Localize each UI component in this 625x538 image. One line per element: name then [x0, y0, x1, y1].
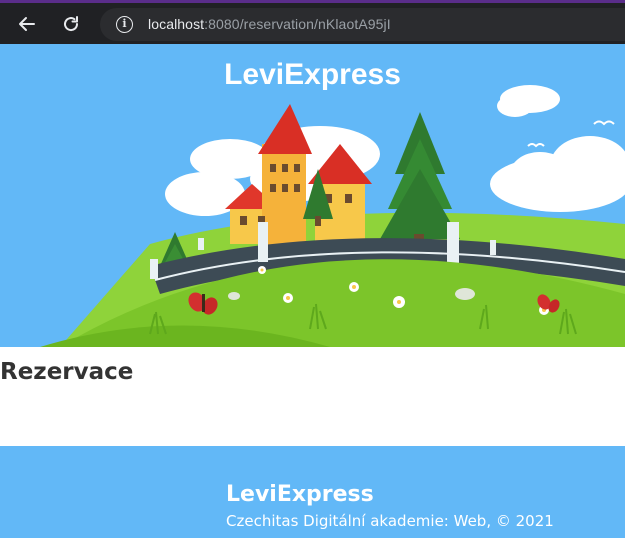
footer-brand: LeviExpress: [226, 482, 374, 507]
hero-banner: LeviExpress: [0, 44, 625, 347]
rock-icon: [455, 288, 475, 300]
arrow-left-icon: [19, 17, 35, 31]
cloud-right-icon: [490, 85, 625, 212]
url-host: localhost: [148, 16, 205, 32]
browser-toolbar: i localhost:8080/reservation/nKlaotA95jI: [0, 0, 625, 44]
main-content: Rezervace: [0, 347, 625, 446]
footer-copyright: Czechitas Digitální akademie: Web, © 202…: [226, 512, 554, 530]
url-text: localhost:8080/reservation/nKlaotA95jI: [148, 16, 391, 32]
reload-icon: [64, 16, 79, 32]
hero-title: LeviExpress: [224, 58, 401, 91]
page-title: Rezervace: [0, 359, 134, 385]
reload-button[interactable]: [56, 9, 86, 39]
address-bar[interactable]: i localhost:8080/reservation/nKlaotA95jI: [100, 8, 625, 41]
url-path: :8080/reservation/nKlaotA95jI: [204, 16, 391, 32]
back-button[interactable]: [12, 9, 42, 39]
house-icon: [225, 104, 372, 254]
footer: LeviExpress Czechitas Digitální akademie…: [0, 446, 625, 538]
info-icon[interactable]: i: [116, 16, 133, 33]
